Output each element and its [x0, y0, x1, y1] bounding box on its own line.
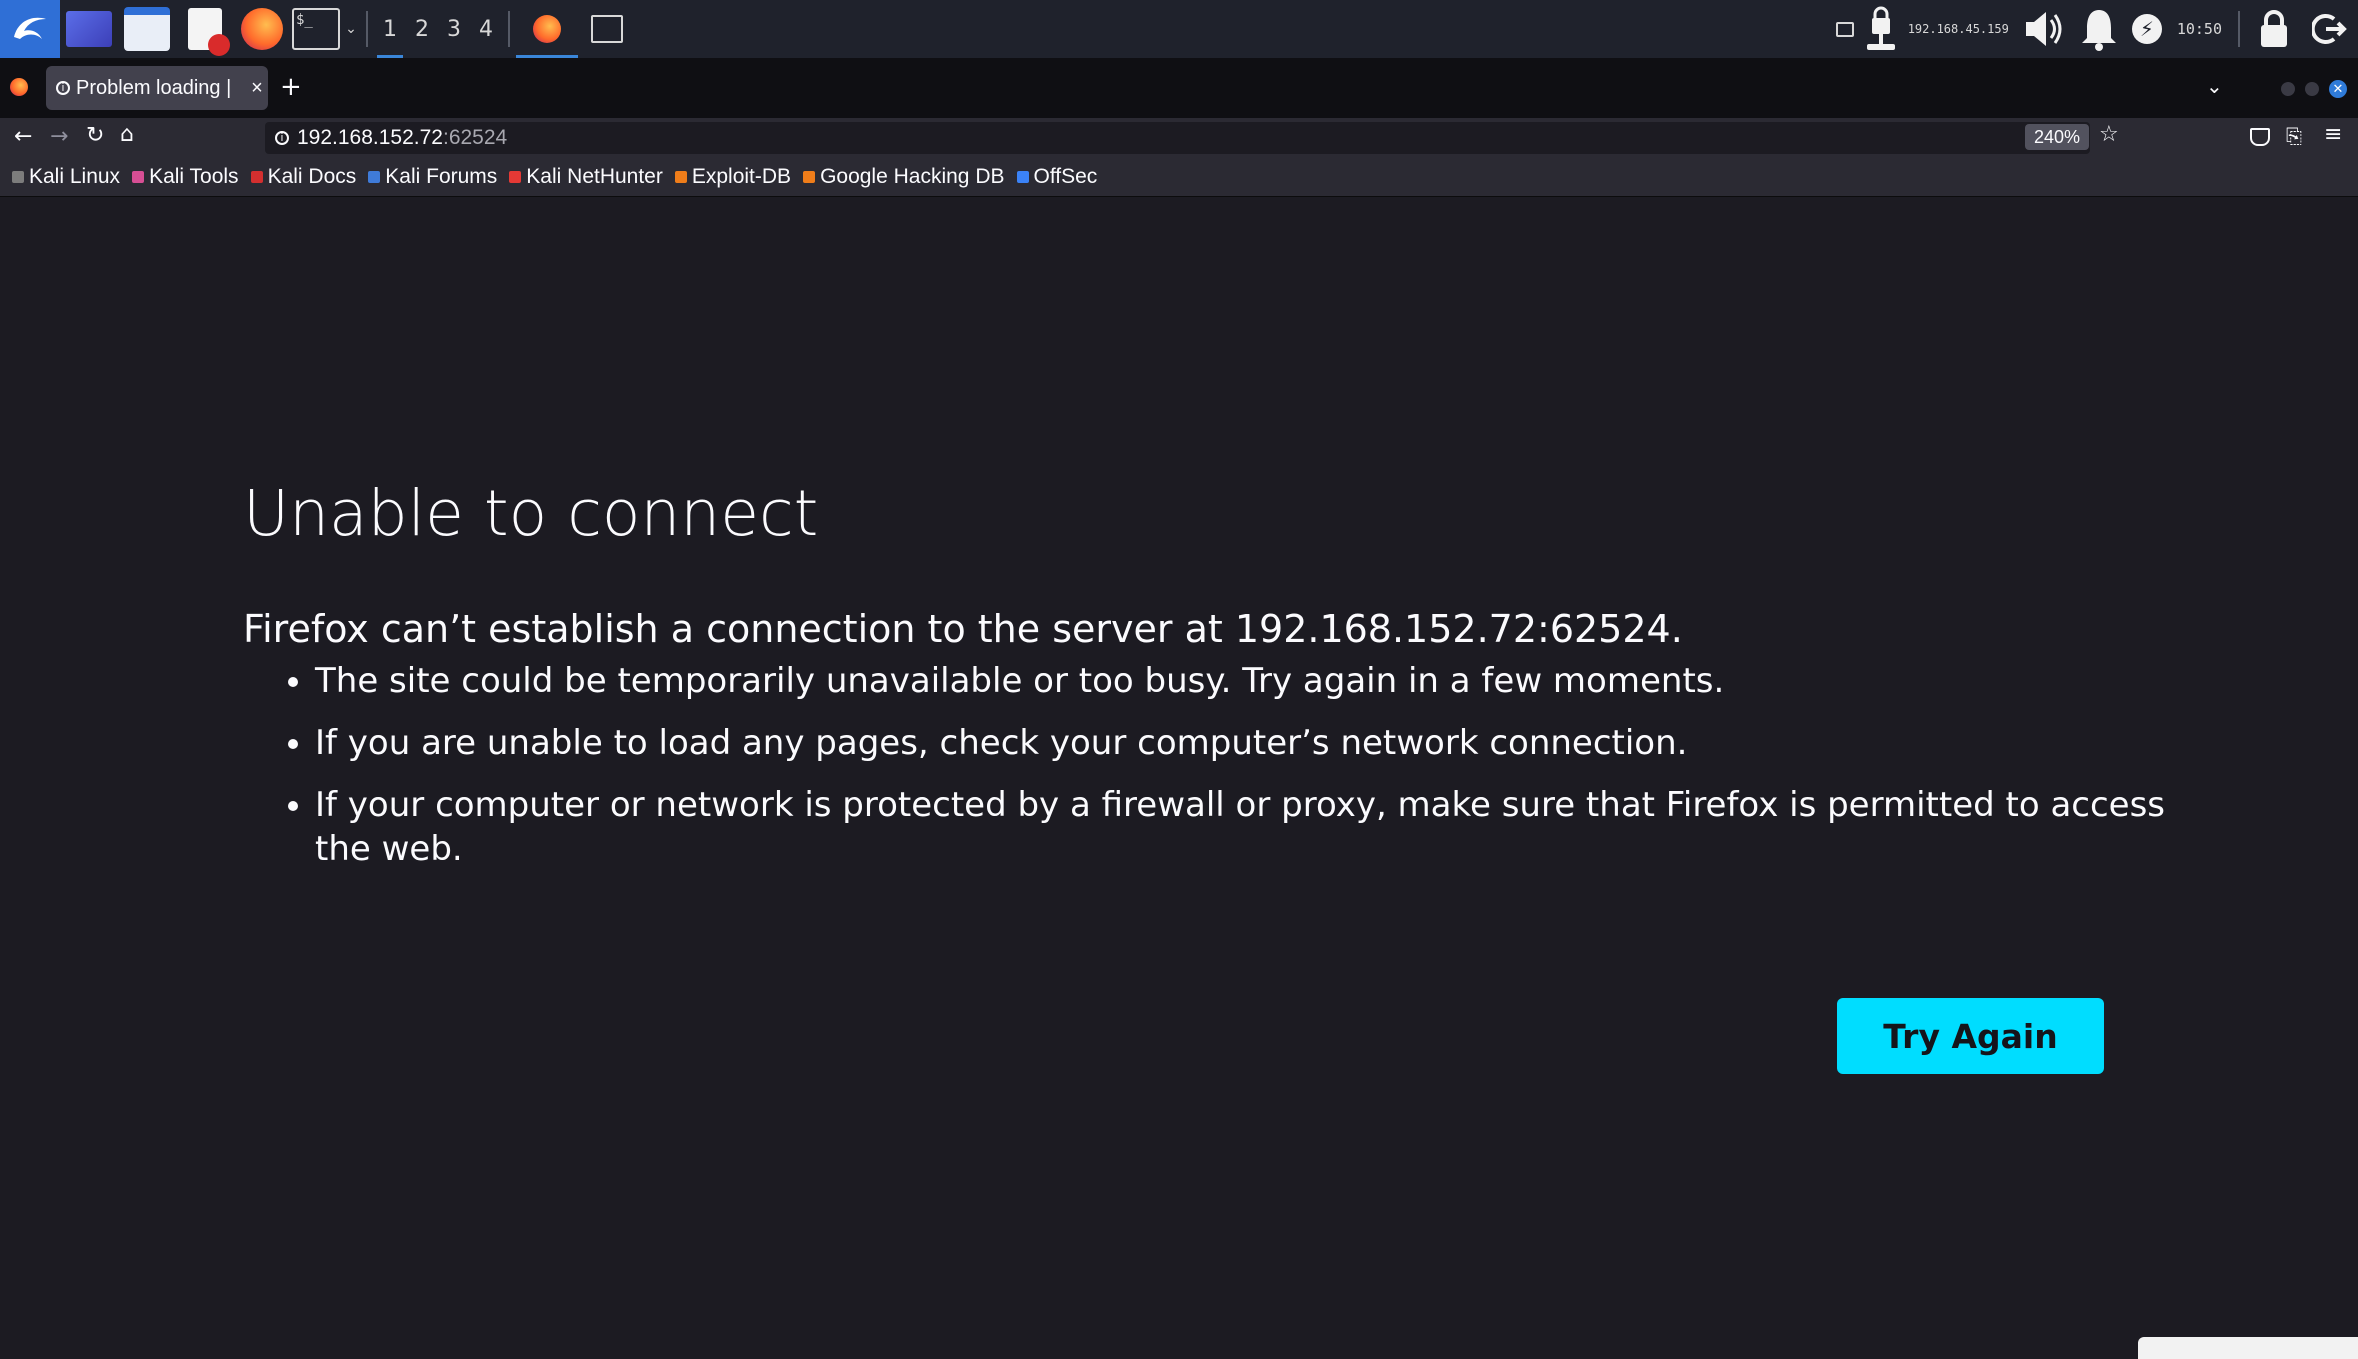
error-page: Unable to connect Firefox can’t establis…	[0, 197, 2358, 1359]
zoom-level-button[interactable]: 240%	[2025, 124, 2089, 150]
bookmark-star-icon[interactable]: ☆	[2099, 122, 2119, 147]
network-ip-label: 192.168.45.159	[1907, 22, 2009, 36]
file-manager-icon[interactable]	[118, 7, 176, 51]
error-reasons-list: The site could be temporarily unavailabl…	[243, 659, 2195, 889]
logout-icon[interactable]	[2302, 11, 2358, 47]
taskbar: $_ ⌄ 1 2 3 4 192.168.45.159 ⚡ 10:50	[0, 0, 2358, 58]
url-port: :62524	[442, 126, 508, 149]
bookmark-google-hacking-db[interactable]: Google Hacking DB	[803, 165, 1005, 189]
input-method-indicator[interactable]	[2138, 1337, 2358, 1359]
url-bar[interactable]: i 192.168.152.72:62524	[265, 122, 2090, 154]
chevron-down-icon[interactable]: ⌄	[342, 21, 360, 37]
menu-icon[interactable]: ≡	[2324, 122, 2342, 147]
workspace-4[interactable]: 4	[470, 0, 502, 58]
window-minimize-button[interactable]	[2281, 82, 2295, 96]
try-again-button[interactable]: Try Again	[1837, 998, 2104, 1074]
window-close-button[interactable]: ✕	[2329, 80, 2347, 98]
volume-icon[interactable]	[2015, 6, 2071, 52]
info-icon: i	[56, 81, 70, 95]
bookmark-exploit-db[interactable]: Exploit-DB	[674, 165, 791, 189]
firefox-icon	[533, 15, 561, 43]
list-item: The site could be temporarily unavailabl…	[315, 659, 2195, 703]
kali-forums-icon	[368, 171, 381, 183]
tab-title: Problem loading |	[76, 76, 232, 99]
firefox-view-icon[interactable]	[10, 78, 28, 96]
navigation-toolbar: ← → ↻ ⌂ i 192.168.152.72:62524 240% ☆ ⎘ …	[0, 118, 2358, 158]
bookmarks-toolbar: Kali Linux Kali Tools Kali Docs Kali For…	[0, 158, 2358, 197]
forward-arrow-icon[interactable]: →	[50, 124, 68, 149]
reload-icon[interactable]: ↻	[86, 123, 104, 148]
workspace-2[interactable]: 2	[406, 0, 438, 58]
tab-problem-loading[interactable]: i Problem loading | ×	[46, 66, 268, 110]
text-editor-icon[interactable]	[176, 8, 234, 56]
list-item: If your computer or network is protected…	[315, 783, 2195, 871]
bookmark-kali-forums[interactable]: Kali Forums	[368, 165, 497, 189]
bookmark-offsec[interactable]: OffSec	[1016, 165, 1097, 189]
firefox-launcher-icon[interactable]	[234, 8, 290, 50]
kali-tools-icon	[132, 171, 145, 183]
error-description: Firefox can’t establish a connection to …	[243, 607, 1683, 651]
network-lock-icon[interactable]	[1860, 6, 1902, 52]
taskbar-divider	[508, 11, 510, 47]
bookmark-kali-tools[interactable]: Kali Tools	[132, 165, 239, 189]
list-tabs-icon[interactable]: ⌄	[2206, 74, 2223, 98]
terminal-window-button[interactable]	[578, 15, 636, 43]
close-tab-icon[interactable]: ×	[246, 77, 268, 100]
bookmark-kali-nethunter[interactable]: Kali NetHunter	[509, 165, 663, 189]
pocket-icon[interactable]	[2250, 128, 2270, 146]
system-tray: 192.168.45.159 ⚡ 10:50	[1830, 0, 2358, 58]
bookmark-kali-linux[interactable]: Kali Linux	[12, 165, 120, 189]
desktop-icon[interactable]	[60, 11, 118, 47]
kali-linux-icon	[12, 171, 24, 183]
clock[interactable]: 10:50	[2177, 20, 2222, 38]
offsec-icon	[1016, 171, 1029, 183]
terminal-launcher-icon[interactable]: $_	[290, 8, 342, 50]
tab-strip: i Problem loading | × + ⌄ ✕	[0, 58, 2358, 118]
exploit-db-icon	[674, 171, 687, 183]
url-host: 192.168.152.72	[297, 126, 443, 149]
page-title: Unable to connect	[243, 477, 819, 550]
terminal-icon	[591, 15, 623, 43]
extensions-icon[interactable]: ⎘	[2286, 124, 2302, 148]
taskbar-divider	[366, 11, 368, 47]
workspace-3[interactable]: 3	[438, 0, 470, 58]
workspace-1[interactable]: 1	[374, 0, 406, 58]
home-icon[interactable]: ⌂	[120, 122, 134, 147]
lock-screen-icon[interactable]	[2246, 9, 2302, 49]
window-maximize-button[interactable]	[2305, 82, 2319, 96]
back-arrow-icon[interactable]: ←	[14, 124, 32, 149]
kali-nethunter-icon	[509, 171, 522, 183]
kali-docs-icon	[250, 171, 263, 183]
new-tab-button[interactable]: +	[280, 72, 302, 102]
power-manager-icon[interactable]: ⚡	[2127, 14, 2167, 44]
taskbar-divider	[2238, 11, 2240, 47]
list-item: If you are unable to load any pages, che…	[315, 721, 2195, 765]
firefox-window-button[interactable]	[516, 0, 578, 58]
notifications-icon[interactable]	[2071, 6, 2127, 52]
kali-menu-icon[interactable]	[0, 0, 60, 58]
google-hacking-db-icon	[803, 171, 816, 183]
bookmark-kali-docs[interactable]: Kali Docs	[250, 165, 356, 189]
screen-icon[interactable]	[1830, 21, 1860, 37]
site-info-icon[interactable]: i	[275, 131, 289, 145]
